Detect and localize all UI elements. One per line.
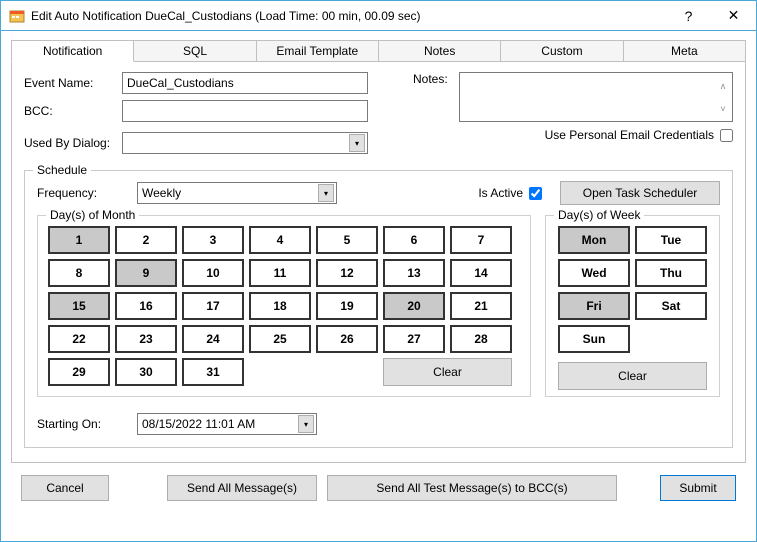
dom-day-25[interactable]: 25 <box>249 325 311 353</box>
dom-day-6[interactable]: 6 <box>383 226 445 254</box>
tab-notes[interactable]: Notes <box>379 40 501 62</box>
dom-day-22[interactable]: 22 <box>48 325 110 353</box>
is-active-checkbox[interactable] <box>529 187 542 200</box>
pec-checkbox[interactable] <box>720 129 733 142</box>
dow-day-thu[interactable]: Thu <box>635 259 707 287</box>
dom-day-1[interactable]: 1 <box>48 226 110 254</box>
dom-day-29[interactable]: 29 <box>48 358 110 386</box>
days-of-month-group: Day(s) of Month 123456789101112131415161… <box>37 215 531 397</box>
dom-day-24[interactable]: 24 <box>182 325 244 353</box>
schedule-group: Schedule Frequency: Weekly ▾ Is Active O… <box>24 170 733 448</box>
dom-day-26[interactable]: 26 <box>316 325 378 353</box>
close-button[interactable]: ✕ <box>711 1 756 30</box>
frequency-value: Weekly <box>142 186 181 200</box>
notes-scroll-up[interactable]: ʌ <box>715 74 731 97</box>
dom-day-2[interactable]: 2 <box>115 226 177 254</box>
is-active-label: Is Active <box>478 186 523 200</box>
used-by-dialog-combo[interactable]: ▾ <box>122 132 368 154</box>
title-bar: Edit Auto Notification DueCal_Custodians… <box>1 1 756 31</box>
dow-day-sat[interactable]: Sat <box>635 292 707 320</box>
dow-day-sun[interactable]: Sun <box>558 325 630 353</box>
chevron-down-icon[interactable]: ▾ <box>349 134 365 152</box>
dom-day-3[interactable]: 3 <box>182 226 244 254</box>
frequency-combo[interactable]: Weekly ▾ <box>137 182 337 204</box>
notes-label: Notes: <box>413 72 459 122</box>
dom-day-31[interactable]: 31 <box>182 358 244 386</box>
send-all-messages-button[interactable]: Send All Message(s) <box>167 475 317 501</box>
tab-email-template[interactable]: Email Template <box>257 40 379 62</box>
event-name-label: Event Name: <box>24 76 122 90</box>
tab-meta[interactable]: Meta <box>624 40 746 62</box>
dom-day-28[interactable]: 28 <box>450 325 512 353</box>
dom-legend: Day(s) of Month <box>46 208 139 222</box>
used-by-dialog-label: Used By Dialog: <box>24 136 122 150</box>
dom-day-8[interactable]: 8 <box>48 259 110 287</box>
dom-day-16[interactable]: 16 <box>115 292 177 320</box>
tab-body-notification: Event Name: BCC: Used By Dialog: ▾ <box>11 61 746 463</box>
dom-day-19[interactable]: 19 <box>316 292 378 320</box>
dom-day-4[interactable]: 4 <box>249 226 311 254</box>
starting-on-picker[interactable]: 08/15/2022 11:01 AM ▾ <box>137 413 317 435</box>
dom-day-17[interactable]: 17 <box>182 292 244 320</box>
dom-day-5[interactable]: 5 <box>316 226 378 254</box>
open-task-scheduler-button[interactable]: Open Task Scheduler <box>560 181 720 205</box>
event-name-input[interactable] <box>122 72 368 94</box>
dom-day-11[interactable]: 11 <box>249 259 311 287</box>
dom-day-9[interactable]: 9 <box>115 259 177 287</box>
tab-sql[interactable]: SQL <box>134 40 256 62</box>
schedule-legend: Schedule <box>33 163 91 177</box>
notes-scroll-down[interactable]: ˅ <box>715 97 731 120</box>
dom-day-14[interactable]: 14 <box>450 259 512 287</box>
bottom-button-bar: Cancel Send All Message(s) Send All Test… <box>11 463 746 501</box>
dom-day-23[interactable]: 23 <box>115 325 177 353</box>
window-title: Edit Auto Notification DueCal_Custodians… <box>31 9 666 23</box>
dom-day-7[interactable]: 7 <box>450 226 512 254</box>
chevron-down-icon[interactable]: ▾ <box>318 184 334 202</box>
dom-day-21[interactable]: 21 <box>450 292 512 320</box>
dom-day-30[interactable]: 30 <box>115 358 177 386</box>
cancel-button[interactable]: Cancel <box>21 475 109 501</box>
dom-clear-button[interactable]: Clear <box>383 358 512 386</box>
days-of-week-group: Day(s) of Week MonTueWedThuFriSatSunClea… <box>545 215 720 397</box>
dom-day-13[interactable]: 13 <box>383 259 445 287</box>
tab-strip: NotificationSQLEmail TemplateNotesCustom… <box>11 39 746 61</box>
notes-textarea[interactable]: ʌ ˅ <box>459 72 733 122</box>
starting-on-value: 08/15/2022 11:01 AM <box>142 417 255 431</box>
dow-day-wed[interactable]: Wed <box>558 259 630 287</box>
submit-button[interactable]: Submit <box>660 475 736 501</box>
frequency-label: Frequency: <box>37 186 127 200</box>
bcc-label: BCC: <box>24 104 122 118</box>
dow-clear-button[interactable]: Clear <box>558 362 707 390</box>
pec-label: Use Personal Email Credentials <box>545 128 714 142</box>
dow-legend: Day(s) of Week <box>554 208 644 222</box>
help-button[interactable]: ? <box>666 1 711 30</box>
starting-on-label: Starting On: <box>37 417 137 431</box>
dow-day-tue[interactable]: Tue <box>635 226 707 254</box>
app-icon <box>9 8 25 24</box>
dom-day-27[interactable]: 27 <box>383 325 445 353</box>
dom-day-20[interactable]: 20 <box>383 292 445 320</box>
tab-custom[interactable]: Custom <box>501 40 623 62</box>
send-all-test-messages-button[interactable]: Send All Test Message(s) to BCC(s) <box>327 475 617 501</box>
dom-day-10[interactable]: 10 <box>182 259 244 287</box>
bcc-input[interactable] <box>122 100 368 122</box>
tab-notification[interactable]: Notification <box>11 40 134 62</box>
dom-day-18[interactable]: 18 <box>249 292 311 320</box>
dow-day-fri[interactable]: Fri <box>558 292 630 320</box>
dom-day-12[interactable]: 12 <box>316 259 378 287</box>
dom-day-15[interactable]: 15 <box>48 292 110 320</box>
chevron-down-icon[interactable]: ▾ <box>298 415 314 433</box>
dow-day-mon[interactable]: Mon <box>558 226 630 254</box>
